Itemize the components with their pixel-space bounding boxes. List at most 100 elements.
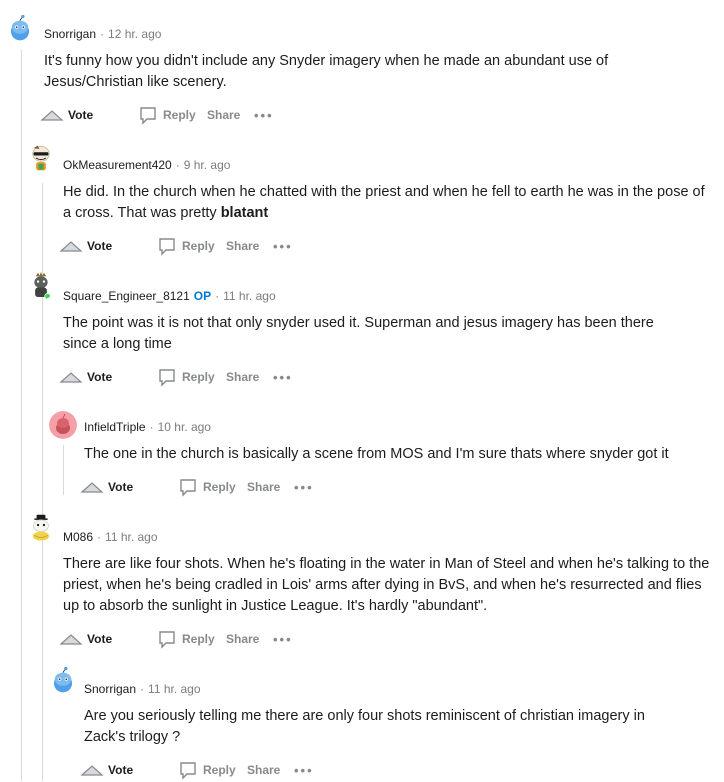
- reply-label: Reply: [203, 480, 236, 494]
- comment-actions: Vote Reply Share •••: [40, 103, 340, 127]
- comment-author[interactable]: Square_Engineer_8121: [63, 289, 190, 303]
- reply-label: Reply: [182, 370, 215, 384]
- separator-dot: ·: [149, 420, 154, 434]
- vote-label: Vote: [87, 370, 113, 384]
- share-button[interactable]: Share: [226, 234, 259, 258]
- bold-text: blatant: [220, 205, 269, 221]
- reply-label: Reply: [182, 632, 215, 646]
- comment-body: The one in the church is basically a sce…: [84, 446, 669, 462]
- separator-dot: ·: [97, 530, 102, 544]
- comment-actions: Vote Reply Share •••: [80, 475, 380, 499]
- comment-author[interactable]: Snorrigan: [84, 682, 136, 696]
- snoo-avatar-icon[interactable]: [6, 14, 34, 42]
- share-button[interactable]: Share: [226, 627, 259, 651]
- share-label: Share: [247, 763, 281, 777]
- vote-button[interactable]: Vote: [80, 758, 133, 782]
- reply-button[interactable]: Reply: [178, 475, 236, 499]
- more-icon: •••: [294, 762, 314, 778]
- more-icon: •••: [273, 631, 293, 647]
- reply-button[interactable]: Reply: [157, 234, 215, 258]
- vote-label: Vote: [87, 632, 113, 646]
- reply-label: Reply: [203, 763, 236, 777]
- separator-dot: ·: [100, 27, 105, 41]
- more-icon: •••: [254, 107, 274, 123]
- comment-bubble-icon: [159, 238, 175, 256]
- comment-body: He did. In the church when he chatted wi…: [63, 184, 705, 221]
- comment-body: It's funny how you didn't include any Sn…: [44, 53, 609, 90]
- share-label: Share: [247, 480, 281, 494]
- thread-line[interactable]: [42, 680, 43, 781]
- vote-label: Vote: [68, 108, 94, 122]
- comment-actions: Vote Reply Share •••: [59, 234, 359, 258]
- comment-body: Are you seriously telling me there are o…: [84, 708, 645, 745]
- vote-label: Vote: [108, 480, 134, 494]
- comment-body: The point was it is not that only snyder…: [63, 315, 654, 352]
- upvote-icon: [59, 372, 83, 383]
- vote-label: Vote: [108, 763, 134, 777]
- vote-button[interactable]: Vote: [59, 234, 112, 258]
- comment-body: There are like four shots. When he's flo…: [63, 556, 710, 614]
- op-badge: OP: [193, 289, 212, 303]
- vote-button[interactable]: Vote: [80, 475, 133, 499]
- thread-line[interactable]: [63, 445, 64, 495]
- reply-label: Reply: [163, 108, 196, 122]
- comment-timestamp[interactable]: 9 hr. ago: [184, 158, 231, 172]
- snoo-avatar-icon[interactable]: [27, 272, 55, 300]
- more-options-button[interactable]: •••: [254, 103, 274, 127]
- comment-author[interactable]: OkMeasurement420: [63, 158, 172, 172]
- separator-dot: ·: [215, 289, 220, 303]
- vote-button[interactable]: Vote: [59, 627, 112, 651]
- vote-label: Vote: [87, 239, 113, 253]
- reply-button[interactable]: Reply: [138, 103, 196, 127]
- comment-timestamp[interactable]: 11 hr. ago: [148, 682, 201, 696]
- comment-author[interactable]: Snorrigan: [44, 27, 96, 41]
- reply-button[interactable]: Reply: [178, 758, 236, 782]
- more-icon: •••: [273, 238, 293, 254]
- upvote-icon: [59, 241, 83, 252]
- more-options-button[interactable]: •••: [294, 758, 314, 782]
- comment-bubble-icon: [159, 631, 175, 649]
- snoo-avatar-icon[interactable]: [49, 411, 77, 439]
- more-options-button[interactable]: •••: [273, 234, 293, 258]
- more-options-button[interactable]: •••: [294, 475, 314, 499]
- upvote-icon: [80, 765, 104, 776]
- more-options-button[interactable]: •••: [273, 365, 293, 389]
- share-button[interactable]: Share: [247, 475, 280, 499]
- reply-button[interactable]: Reply: [157, 365, 215, 389]
- snoo-avatar-icon[interactable]: [49, 666, 77, 694]
- share-label: Share: [207, 108, 241, 122]
- separator-dot: ·: [175, 158, 180, 172]
- comment-bubble-icon: [140, 107, 156, 125]
- comment-bubble-icon: [180, 479, 196, 497]
- more-icon: •••: [273, 369, 293, 385]
- thread-line[interactable]: [21, 50, 22, 781]
- comment-timestamp[interactable]: 11 hr. ago: [105, 530, 158, 544]
- comment-timestamp[interactable]: 12 hr. ago: [108, 27, 161, 41]
- share-button[interactable]: Share: [226, 365, 259, 389]
- share-label: Share: [226, 632, 260, 646]
- comment-actions: Vote Reply Share •••: [59, 627, 359, 651]
- comment-timestamp[interactable]: 10 hr. ago: [158, 420, 211, 434]
- snoo-avatar-icon[interactable]: [27, 514, 55, 542]
- share-label: Share: [226, 370, 260, 384]
- share-button[interactable]: Share: [247, 758, 280, 782]
- upvote-icon: [80, 482, 104, 493]
- share-button[interactable]: Share: [207, 103, 240, 127]
- reply-button[interactable]: Reply: [157, 627, 215, 651]
- separator-dot: ·: [140, 682, 145, 696]
- more-icon: •••: [294, 479, 314, 495]
- more-options-button[interactable]: •••: [273, 627, 293, 651]
- vote-button[interactable]: Vote: [40, 103, 93, 127]
- snoo-avatar-icon[interactable]: [27, 144, 55, 172]
- comment-author[interactable]: InfieldTriple: [84, 420, 146, 434]
- vote-button[interactable]: Vote: [59, 365, 112, 389]
- reply-label: Reply: [182, 239, 215, 253]
- comment-actions: Vote Reply Share •••: [80, 758, 380, 782]
- comment-actions: Vote Reply Share •••: [59, 365, 359, 389]
- comment-author[interactable]: M086: [63, 530, 93, 544]
- comment-bubble-icon: [159, 369, 175, 387]
- comment-bubble-icon: [180, 762, 196, 780]
- share-label: Share: [226, 239, 260, 253]
- upvote-icon: [59, 634, 83, 645]
- comment-timestamp[interactable]: 11 hr. ago: [223, 289, 276, 303]
